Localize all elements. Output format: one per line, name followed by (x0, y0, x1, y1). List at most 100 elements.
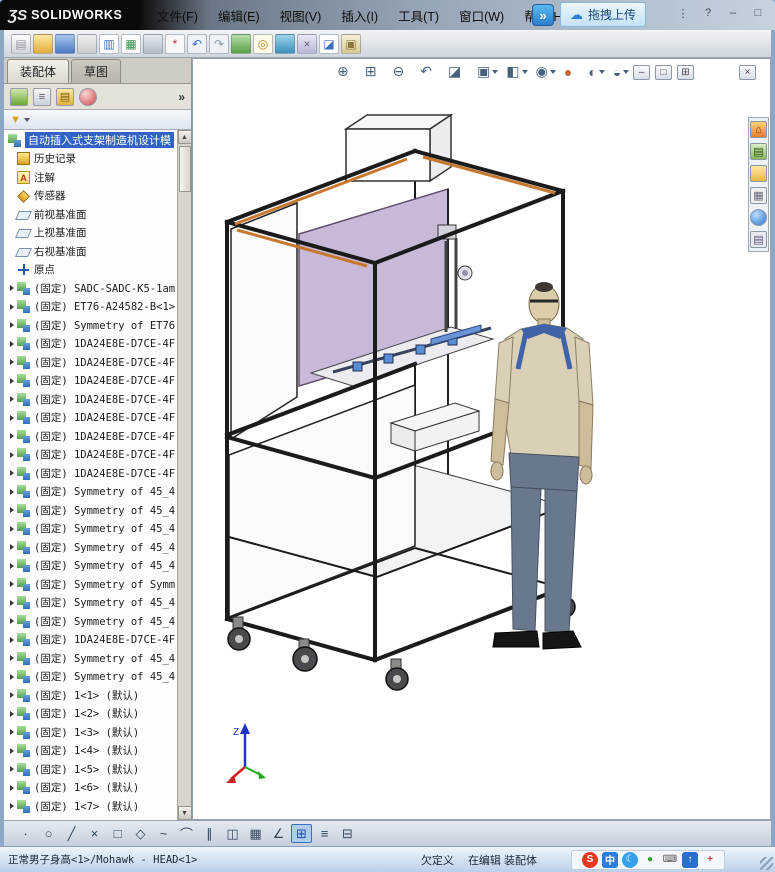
offset-tool-icon[interactable]: ∥ (199, 824, 220, 843)
insert-component-icon[interactable] (231, 33, 251, 54)
file-explorer-icon[interactable] (750, 165, 767, 182)
share-icon[interactable]: » (532, 4, 554, 26)
model-viewport[interactable]: Z (193, 67, 753, 820)
undo-icon[interactable]: ↶ (187, 33, 207, 54)
view-orientation-icon[interactable]: ▣ (477, 63, 499, 80)
menu-item[interactable]: 文件(F) (148, 3, 207, 28)
panel-overflow-button[interactable]: » (178, 90, 185, 104)
tree-item[interactable]: (固定) 1DA24E8E-D7CE-4F (4, 427, 177, 446)
property-manager-icon[interactable]: ≡ (33, 87, 51, 106)
dropdown-caret-icon[interactable] (623, 69, 630, 74)
new-document-icon[interactable]: ▤ (11, 33, 31, 54)
tree-item[interactable]: 历史记录 (4, 150, 177, 169)
tree-root-item[interactable]: 自动插入式支架制造机设计模 (4, 131, 177, 150)
tree-item[interactable]: 前视基准面 (4, 205, 177, 224)
tree-item[interactable]: A 注解 (4, 168, 177, 187)
doc-tile-icon[interactable]: ⊞ (677, 65, 694, 80)
tree-item[interactable]: (固定) Symmetry of 45_4 (4, 483, 177, 502)
polygon-tool-icon[interactable]: ◇ (130, 824, 151, 843)
tree-item[interactable]: (固定) Symmetry of Symm (4, 575, 177, 594)
tree-item[interactable]: (固定) 1<2> (默认) (4, 705, 177, 724)
tree-item[interactable]: (固定) Symmetry of ET76 (4, 316, 177, 335)
zoom-area-icon[interactable]: ⊞ (365, 63, 385, 80)
print-icon[interactable] (143, 33, 163, 54)
zoom-in-out-icon[interactable]: ⊖ (392, 63, 412, 80)
configuration-manager-icon[interactable]: ▤ (56, 87, 74, 106)
chinese-mode-icon[interactable]: 中 (602, 851, 618, 868)
tree-item[interactable]: (固定) Symmetry of 45_4 (4, 520, 177, 539)
exploded-view-icon[interactable] (275, 33, 295, 54)
drag-upload-button[interactable]: ☁ 拖拽上传 (560, 2, 647, 27)
sogou-input-icon[interactable]: S (582, 851, 598, 868)
expand-arrow-icon[interactable] (10, 322, 14, 329)
circle-tool-icon[interactable]: ○ (38, 824, 59, 843)
scroll-thumb[interactable] (178, 146, 191, 192)
zoom-fit-icon[interactable]: ⊕ (337, 63, 357, 80)
keyboard-icon[interactable]: ⌨ (662, 852, 678, 868)
toolbox-icon[interactable]: + (702, 852, 718, 868)
tree-item[interactable]: (固定) Symmetry of 45_4 (4, 594, 177, 613)
mirror-tool-icon[interactable]: ◫ (222, 824, 243, 843)
tree-item[interactable]: (固定) 1DA24E8E-D7CE-4F (4, 409, 177, 428)
tree-item[interactable]: (固定) 1<6> (默认) (4, 779, 177, 798)
tree-item[interactable]: 上视基准面 (4, 224, 177, 243)
expand-arrow-icon[interactable] (10, 470, 14, 477)
expand-arrow-icon[interactable] (10, 784, 14, 791)
tree-item[interactable]: (固定) Symmetry of 45_4 (4, 538, 177, 557)
tree-item[interactable]: (固定) Symmetry of 45_4 (4, 612, 177, 631)
view-palette-icon[interactable]: ▦ (750, 187, 767, 204)
expand-arrow-icon[interactable] (10, 562, 14, 569)
expand-arrow-icon[interactable] (10, 729, 14, 736)
status-ok-icon[interactable]: ● (642, 852, 658, 868)
line-tool-icon[interactable]: ╱ (61, 824, 82, 843)
tree-item[interactable]: (固定) 1DA24E8E-D7CE-4F (4, 390, 177, 409)
options-button[interactable]: ⊟ (337, 824, 358, 843)
help-icon[interactable]: ? (701, 7, 715, 20)
redo-icon[interactable]: ↷ (209, 33, 229, 54)
half-width-icon[interactable]: ☾ (622, 851, 638, 868)
open-document-icon[interactable] (33, 33, 53, 54)
expand-arrow-icon[interactable] (10, 766, 14, 773)
graphics-area[interactable]: Z ⊕ ⊞ ⊖ ↶ ◪ ▣ ◧ ◉ ● ◐ ◒ – □ ⊞ × ⌂ ▤ ▦ ▤ (192, 58, 771, 820)
expand-arrow-icon[interactable] (10, 673, 14, 680)
expand-arrow-icon[interactable] (10, 377, 14, 384)
spline-tool-icon[interactable]: ~ (153, 824, 174, 843)
view-settings-icon[interactable]: ◒ (613, 64, 630, 80)
expand-arrow-icon[interactable] (10, 525, 14, 532)
expand-arrow-icon[interactable] (10, 655, 14, 662)
screenshot-icon[interactable]: ▣ (341, 33, 361, 54)
tree-item[interactable]: (固定) 1DA24E8E-D7CE-4F (4, 353, 177, 372)
menu-item[interactable]: 插入(I) (332, 3, 387, 28)
feature-manager-tree-icon[interactable] (10, 87, 28, 106)
tree-item[interactable]: (固定) 1<3> (默认) (4, 723, 177, 742)
expand-arrow-icon[interactable] (10, 488, 14, 495)
expand-arrow-icon[interactable] (10, 414, 14, 421)
expand-arrow-icon[interactable] (10, 599, 14, 606)
more-options-icon[interactable]: ⋮ (676, 7, 690, 20)
expand-arrow-icon[interactable] (10, 433, 14, 440)
dropdown-caret-icon[interactable] (549, 69, 556, 74)
model-canvas[interactable]: Z (193, 67, 753, 820)
linear-pattern-icon[interactable]: ▦ (245, 824, 266, 843)
expand-arrow-icon[interactable] (10, 618, 14, 625)
menu-item[interactable]: 窗口(W) (450, 3, 513, 28)
tree-item[interactable]: (固定) 1<7> (默认) (4, 797, 177, 816)
tree-item[interactable]: 传感器 (4, 187, 177, 206)
section-tool-icon[interactable]: ◪ (319, 33, 339, 54)
section-view-icon[interactable]: ◪ (448, 63, 469, 80)
expand-arrow-icon[interactable] (10, 636, 14, 643)
tree-item[interactable]: (固定) 1DA24E8E-D7CE-4F (4, 372, 177, 391)
restore-window-icon[interactable]: □ (751, 7, 765, 20)
expand-arrow-icon[interactable] (10, 803, 14, 810)
doc-restore-icon[interactable]: □ (655, 65, 672, 80)
menu-item[interactable]: 编辑(E) (209, 3, 269, 28)
tree-item[interactable]: (固定) 1<5> (默认) (4, 760, 177, 779)
expand-arrow-icon[interactable] (10, 285, 14, 292)
expand-arrow-icon[interactable] (10, 303, 14, 310)
dropdown-caret-icon[interactable] (492, 69, 499, 74)
tree-item[interactable]: 原点 (4, 261, 177, 280)
scroll-up-icon[interactable]: ▲ (177, 130, 191, 144)
display-manager-icon[interactable] (79, 87, 97, 106)
solidworks-resources-icon[interactable]: ⌂ (750, 121, 767, 138)
resize-grip[interactable] (760, 857, 773, 870)
